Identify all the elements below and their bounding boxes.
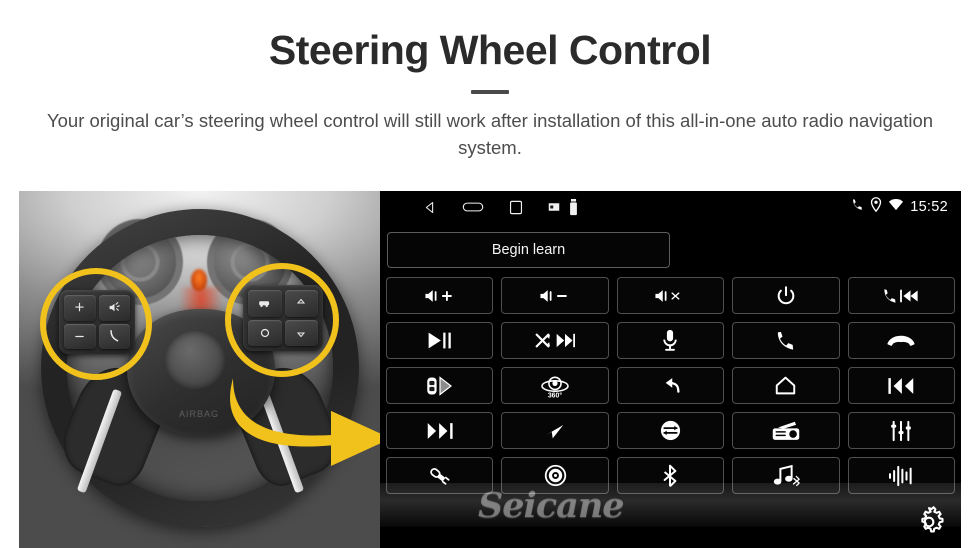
title-divider xyxy=(471,90,509,95)
steering-wheel-photo: AIRBAG xyxy=(19,191,380,548)
phone-call-key xyxy=(98,323,130,349)
button-play-pause[interactable] xyxy=(386,322,494,359)
back-icon[interactable] xyxy=(422,200,437,215)
recents-icon[interactable] xyxy=(509,200,523,215)
home-pill-icon[interactable] xyxy=(462,200,484,214)
head-unit-screen: 15:52 Begin learn 360° Seicane xyxy=(380,191,961,548)
page-header: Steering Wheel Control Your original car… xyxy=(0,0,980,162)
cruise-control-key xyxy=(248,290,282,317)
arrow-up-key xyxy=(284,290,318,317)
status-right-group: 15:52 xyxy=(849,191,948,223)
wifi-icon xyxy=(888,198,904,216)
status-bar: 15:52 xyxy=(380,191,961,223)
left-control-pad xyxy=(59,290,135,354)
button-panoramic-view[interactable]: 360° xyxy=(501,367,609,404)
pointing-arrow-icon xyxy=(230,378,380,466)
volume-down-key xyxy=(64,323,96,349)
watermark-text: Seicane xyxy=(478,484,625,526)
button-answer-call[interactable] xyxy=(732,322,840,359)
button-mute[interactable] xyxy=(616,277,725,314)
button-previous-track[interactable] xyxy=(847,367,955,404)
button-power[interactable] xyxy=(732,277,840,314)
button-call-previous[interactable] xyxy=(847,277,955,314)
button-equalizer[interactable] xyxy=(847,412,955,449)
seicane-watermark: Seicane xyxy=(380,483,961,527)
voice-command-key xyxy=(98,295,130,321)
button-source-switch[interactable] xyxy=(616,412,725,449)
circle-key xyxy=(248,319,282,346)
button-end-call[interactable] xyxy=(847,322,955,359)
arrow-down-key xyxy=(284,319,318,346)
status-clock: 15:52 xyxy=(910,199,948,215)
button-next-track[interactable] xyxy=(386,412,494,449)
page-root: Steering Wheel Control Your original car… xyxy=(0,0,980,548)
button-voice-mic[interactable] xyxy=(616,322,725,359)
button-back[interactable] xyxy=(616,367,725,404)
horn-button xyxy=(165,331,225,389)
button-radio[interactable] xyxy=(732,412,840,449)
settings-gear-button[interactable] xyxy=(911,505,947,544)
page-title: Steering Wheel Control xyxy=(268,27,712,73)
page-subtitle: Your original car’s steering wheel contr… xyxy=(46,110,934,159)
swc-button-grid: 360° xyxy=(386,277,955,494)
button-navigation[interactable] xyxy=(501,412,609,449)
sdcard-icon[interactable] xyxy=(548,201,560,213)
button-home[interactable] xyxy=(732,367,840,404)
media-strip: AIRBAG 15:52 Begin learn 360° Seicane xyxy=(0,191,980,548)
right-control-pad xyxy=(243,285,323,351)
airbag-label: AIRBAG xyxy=(178,409,219,419)
begin-learn-button[interactable]: Begin learn xyxy=(387,232,670,268)
button-parking-radar[interactable] xyxy=(386,367,494,404)
gear-icon xyxy=(912,505,946,544)
volume-up-key xyxy=(64,295,96,321)
button-volume-down[interactable] xyxy=(501,277,609,314)
phone-icon xyxy=(849,197,864,217)
button-volume-up[interactable] xyxy=(386,277,494,314)
location-icon xyxy=(870,197,882,217)
button-shuffle-next[interactable] xyxy=(501,322,609,359)
usb-drive-icon[interactable] xyxy=(569,198,578,216)
svg-text:360°: 360° xyxy=(548,391,563,399)
